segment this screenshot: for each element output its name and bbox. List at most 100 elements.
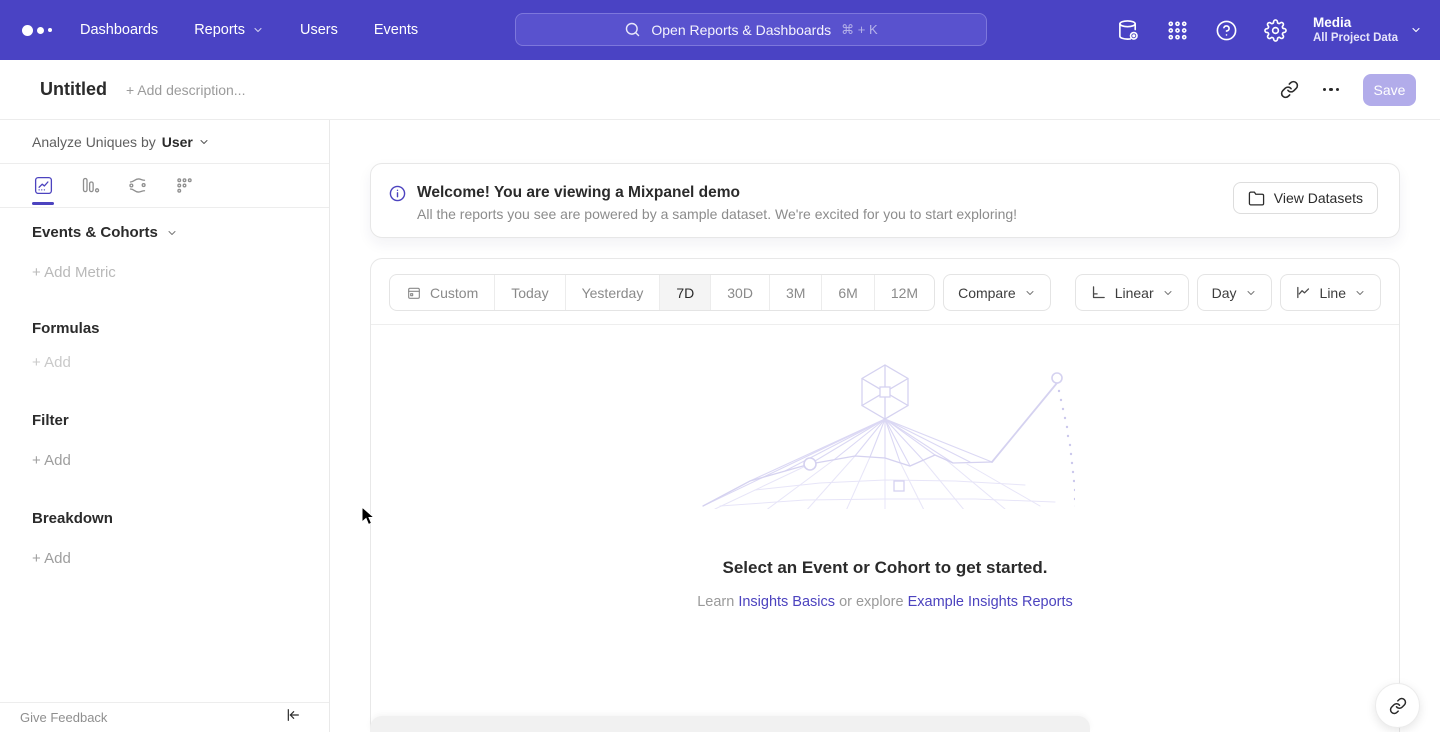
line-chart-icon [1295, 284, 1312, 301]
empty-state-subtitle: Learn Insights Basics or explore Example… [371, 594, 1399, 610]
report-description-input[interactable]: + Add description... [126, 82, 245, 98]
date-range-segmented-control: Custom Today Yesterday 7D 30D 3M 6M 12M [389, 274, 935, 311]
save-button[interactable]: Save [1363, 74, 1416, 106]
analyze-entity-dropdown[interactable]: User [162, 134, 210, 150]
nav-reports-label: Reports [194, 22, 245, 38]
compare-button[interactable]: Compare [943, 274, 1051, 311]
scale-dropdown[interactable]: Linear [1075, 274, 1189, 311]
filter-label: Filter [32, 412, 69, 429]
chevron-down-icon [1410, 24, 1422, 36]
chevron-down-icon [1024, 287, 1036, 299]
chart-type-label: Line [1320, 285, 1346, 301]
filter-section-header: Filter [32, 412, 329, 429]
project-name: Media [1313, 14, 1398, 31]
app-grid-icon[interactable] [1166, 19, 1189, 42]
empty-state-title: Select an Event or Cohort to get started… [371, 558, 1399, 578]
date-range-7d[interactable]: 7D [659, 275, 710, 310]
analyze-entity-value: User [162, 134, 193, 150]
banner-title: Welcome! You are viewing a Mixpanel demo [417, 182, 1017, 203]
link-icon [1389, 697, 1407, 715]
view-datasets-button[interactable]: View Datasets [1233, 182, 1378, 214]
report-header: Untitled + Add description... Save [0, 60, 1440, 120]
data-management-icon[interactable] [1117, 19, 1140, 42]
formulas-section-header: Formulas [32, 320, 329, 337]
search-shortcut: ⌘ + K [841, 22, 878, 38]
breakdown-section-header: Breakdown [32, 510, 329, 527]
calendar-icon [406, 285, 422, 301]
settings-icon[interactable] [1264, 19, 1287, 42]
chart-controls: Custom Today Yesterday 7D 30D 3M 6M 12M … [371, 259, 1399, 324]
top-navbar: Dashboards Reports Users Events Open Rep… [0, 0, 1440, 60]
global-search-input[interactable]: Open Reports & Dashboards ⌘ + K [515, 13, 987, 46]
add-metric-button[interactable]: + Add Metric [32, 264, 329, 281]
wireframe-landscape-illustration [695, 359, 1075, 509]
flows-icon [127, 175, 148, 196]
date-range-6m[interactable]: 6M [821, 275, 873, 310]
date-range-custom[interactable]: Custom [390, 275, 494, 310]
visualization-tabs [0, 164, 329, 208]
insights-chart-icon [33, 175, 54, 196]
analyze-prefix-label: Analyze Uniques by [32, 134, 156, 150]
copy-link-icon[interactable] [1280, 80, 1299, 99]
query-builder-sidebar: Analyze Uniques by User [0, 120, 330, 732]
project-scope: All Project Data [1313, 31, 1398, 46]
interval-dropdown[interactable]: Day [1197, 274, 1272, 311]
help-icon[interactable] [1215, 19, 1238, 42]
tab-flows[interactable] [126, 167, 148, 205]
chevron-down-icon [252, 24, 264, 36]
search-icon [624, 21, 641, 38]
learn-prefix: Learn [697, 594, 734, 610]
report-title[interactable]: Untitled [40, 79, 107, 100]
info-icon [389, 185, 406, 202]
chart-type-dropdown[interactable]: Line [1280, 274, 1381, 311]
primary-nav: Dashboards Reports Users Events [80, 22, 418, 38]
interval-label: Day [1212, 285, 1237, 301]
share-link-button[interactable] [1375, 683, 1420, 728]
retention-grid-icon [174, 175, 195, 196]
analyze-uniques-row: Analyze Uniques by User [0, 120, 329, 164]
insights-basics-link[interactable]: Insights Basics [738, 594, 835, 610]
mixpanel-app: Dashboards Reports Users Events Open Rep… [0, 0, 1440, 732]
give-feedback-link[interactable]: Give Feedback [20, 710, 107, 725]
date-range-30d[interactable]: 30D [710, 275, 769, 310]
add-formula-button[interactable]: + Add [32, 354, 329, 371]
linear-axes-icon [1090, 284, 1107, 301]
compare-label: Compare [958, 285, 1016, 301]
report-header-actions: Save [1280, 74, 1417, 106]
add-filter-button[interactable]: + Add [32, 452, 329, 469]
add-breakdown-button[interactable]: + Add [32, 550, 329, 567]
more-options-icon[interactable] [1323, 88, 1340, 92]
insights-chart-card: Custom Today Yesterday 7D 30D 3M 6M 12M … [370, 258, 1400, 732]
search-placeholder: Open Reports & Dashboards [651, 22, 831, 38]
date-range-3m[interactable]: 3M [769, 275, 821, 310]
nav-users[interactable]: Users [300, 22, 338, 38]
chevron-down-icon [1245, 287, 1257, 299]
date-range-yesterday[interactable]: Yesterday [565, 275, 660, 310]
sidebar-footer: Give Feedback [0, 702, 329, 732]
chevron-down-icon [198, 136, 210, 148]
demo-welcome-banner: Welcome! You are viewing a Mixpanel demo… [370, 163, 1400, 238]
tab-retention[interactable] [173, 167, 195, 205]
collapse-sidebar-icon[interactable] [285, 707, 301, 723]
tab-insights[interactable] [32, 167, 54, 205]
bottom-panel-edge [370, 716, 1090, 732]
date-range-today[interactable]: Today [494, 275, 564, 310]
chevron-down-icon [1354, 287, 1366, 299]
scale-label: Linear [1115, 285, 1154, 301]
banner-subtitle: All the reports you see are powered by a… [417, 203, 1017, 225]
middle-text: or explore [839, 594, 903, 610]
view-datasets-label: View Datasets [1274, 190, 1363, 206]
nav-reports[interactable]: Reports [194, 22, 264, 38]
mixpanel-logo-icon[interactable] [22, 25, 58, 36]
tab-funnels[interactable] [79, 167, 101, 205]
events-cohorts-label: Events & Cohorts [32, 224, 158, 241]
chevron-down-icon [1162, 287, 1174, 299]
nav-events[interactable]: Events [374, 22, 418, 38]
breakdown-label: Breakdown [32, 510, 113, 527]
events-cohorts-section-header[interactable]: Events & Cohorts [32, 224, 329, 241]
date-range-12m[interactable]: 12M [874, 275, 934, 310]
project-switcher[interactable]: Media All Project Data [1313, 14, 1422, 46]
nav-dashboards[interactable]: Dashboards [80, 22, 158, 38]
example-insights-reports-link[interactable]: Example Insights Reports [908, 594, 1073, 610]
folder-icon [1248, 190, 1265, 207]
